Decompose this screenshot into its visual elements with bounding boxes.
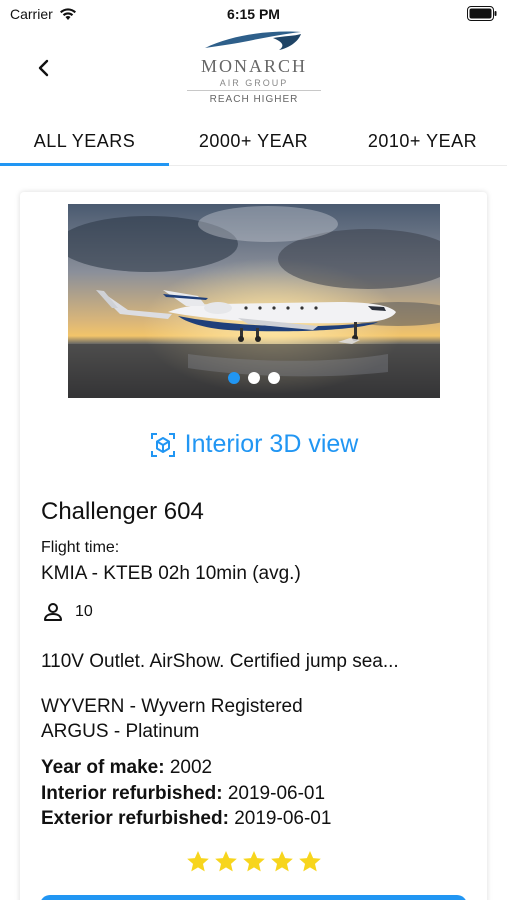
spec-value: 2002 xyxy=(169,757,213,778)
logo-tagline: REACH HIGHER xyxy=(209,94,299,105)
spec-year-of-make: Year of make: 2002 xyxy=(41,757,212,779)
tab-2000-plus[interactable]: 2000+ YEAR xyxy=(169,118,338,165)
logo-name: MONARCH xyxy=(200,56,307,76)
battery-icon xyxy=(467,6,497,21)
logo-subtitle: AIR GROUP xyxy=(219,78,289,88)
interior-3d-view-label: Interior 3D view xyxy=(184,430,359,458)
aircraft-model: Challenger 604 xyxy=(41,498,204,525)
spec-interior-refurbished: Interior refurbished: 2019-06-01 xyxy=(41,783,325,805)
back-button[interactable] xyxy=(28,52,60,84)
person-icon xyxy=(44,603,62,621)
certification-wyvern: WYVERN - Wyvern Registered xyxy=(41,696,303,717)
chevron-left-icon xyxy=(38,59,49,77)
amenities-text: 110V Outlet. AirShow. Certified jump sea… xyxy=(41,651,399,672)
star-icon xyxy=(186,850,209,872)
logo-swoosh-icon xyxy=(205,31,301,50)
spec-label: Interior refurbished: xyxy=(41,783,223,804)
status-time: 6:15 PM xyxy=(227,6,280,22)
carousel-dot[interactable] xyxy=(268,372,280,384)
aircraft-photo-carousel[interactable] xyxy=(68,204,440,398)
certification-argus: ARGUS - Platinum xyxy=(41,721,200,742)
flight-time-label: Flight time: xyxy=(41,539,120,556)
star-icon xyxy=(298,850,321,872)
passenger-count: 10 xyxy=(75,603,93,620)
rating-stars xyxy=(20,849,487,875)
spec-label: Exterior refurbished: xyxy=(41,808,229,829)
aircraft-photo xyxy=(68,204,440,398)
status-bar: Carrier 6:15 PM xyxy=(0,0,507,30)
star-icon xyxy=(214,850,237,872)
tab-2010-plus[interactable]: 2010+ YEAR xyxy=(338,118,507,165)
star-icon xyxy=(242,850,265,872)
interior-3d-view-link[interactable]: Interior 3D view xyxy=(20,430,487,459)
spec-value: 2019-06-01 xyxy=(227,783,326,804)
carousel-dot[interactable] xyxy=(248,372,260,384)
spec-value: 2019-06-01 xyxy=(234,808,332,829)
carousel-indicators xyxy=(68,372,440,384)
logo-divider xyxy=(187,90,321,91)
action-button[interactable] xyxy=(40,895,467,900)
spec-exterior-refurbished: Exterior refurbished: 2019-06-01 xyxy=(41,808,331,830)
spec-label: Year of make: xyxy=(41,757,165,778)
tab-all-years[interactable]: ALL YEARS xyxy=(0,118,169,166)
cube-icon xyxy=(150,432,175,457)
flight-time-value: KMIA - KTEB 02h 10min (avg.) xyxy=(41,563,301,584)
company-logo: MONARCH AIR GROUP REACH HIGHER xyxy=(183,30,325,110)
star-icon xyxy=(270,850,293,872)
year-filter-tabs: ALL YEARS 2000+ YEAR 2010+ YEAR xyxy=(0,118,507,166)
aircraft-card[interactable]: Interior 3D view Challenger 604 Flight t… xyxy=(20,192,487,900)
app-header: MONARCH AIR GROUP REACH HIGHER xyxy=(0,30,507,112)
carousel-dot[interactable] xyxy=(228,372,240,384)
passenger-capacity: 10 xyxy=(41,600,93,624)
